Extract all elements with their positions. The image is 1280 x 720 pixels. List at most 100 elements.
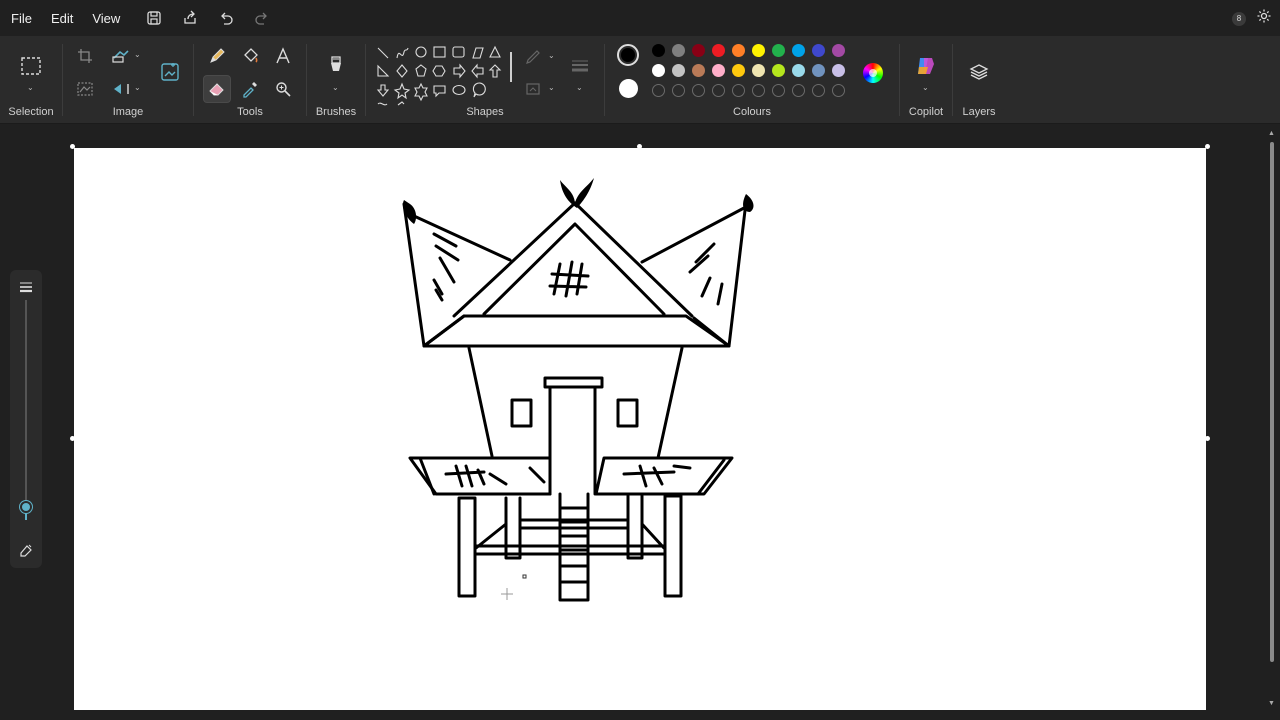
custom-colour-slot[interactable] — [832, 84, 845, 97]
scroll-down-icon[interactable]: ▼ — [1268, 700, 1275, 707]
colour-swatch[interactable] — [652, 44, 665, 57]
chevron-down-icon[interactable]: ⌄ — [27, 83, 34, 92]
secondary-colour-swatch[interactable] — [619, 79, 638, 98]
resize-handle[interactable] — [70, 144, 75, 149]
custom-colour-slot[interactable] — [732, 84, 745, 97]
colour-swatch[interactable] — [692, 44, 705, 57]
scrollbar-thumb[interactable] — [1270, 142, 1274, 662]
shapes-label: Shapes — [466, 106, 504, 118]
selection-group: ⌄ Selection — [0, 36, 62, 124]
fill-bucket-icon[interactable] — [236, 42, 264, 70]
edit-colours-icon[interactable] — [863, 63, 883, 83]
save-icon[interactable] — [144, 8, 164, 28]
resize-handle[interactable] — [70, 436, 75, 441]
menu-file[interactable]: File — [11, 11, 32, 26]
colour-swatch[interactable] — [652, 64, 665, 77]
colour-swatch[interactable] — [772, 64, 785, 77]
colour-swatch[interactable] — [692, 64, 705, 77]
redo-icon[interactable] — [252, 8, 272, 28]
chevron-down-icon[interactable]: ⌄ — [332, 83, 339, 92]
select-rectangle-icon[interactable] — [17, 52, 45, 80]
menu-edit[interactable]: Edit — [51, 11, 73, 26]
colours-label: Colours — [733, 106, 771, 118]
custom-colour-slot[interactable] — [792, 84, 805, 97]
resize-handle[interactable] — [637, 144, 642, 149]
share-icon[interactable] — [180, 8, 200, 28]
undo-icon[interactable] — [216, 8, 236, 28]
layers-icon[interactable] — [965, 58, 993, 86]
custom-colour-slot[interactable] — [672, 84, 685, 97]
account-icon[interactable]: 8 — [1232, 11, 1246, 26]
custom-colour-slot[interactable] — [772, 84, 785, 97]
brushes-label: Brushes — [315, 106, 357, 118]
vertical-scrollbar[interactable]: ▲ ▼ — [1268, 130, 1276, 710]
custom-colour-slot[interactable] — [652, 84, 665, 97]
colour-swatch[interactable] — [712, 44, 725, 57]
brushes-group: ⌄ Brushes — [307, 36, 365, 124]
brush-icon[interactable] — [322, 52, 350, 80]
colour-swatch[interactable] — [752, 44, 765, 57]
colour-swatch[interactable] — [792, 64, 805, 77]
colour-swatch[interactable] — [832, 64, 845, 77]
brush-size-thumb[interactable] — [20, 500, 32, 513]
tools-label: Tools — [237, 106, 263, 118]
colour-swatch[interactable] — [752, 64, 765, 77]
colour-swatch[interactable] — [672, 64, 685, 77]
colour-swatch[interactable] — [712, 64, 725, 77]
image-group: ⌄ ⌄ Image — [63, 36, 193, 124]
colour-swatch[interactable] — [732, 44, 745, 57]
house-drawing — [402, 178, 754, 602]
chevron-down-icon[interactable]: ⌄ — [576, 83, 583, 92]
chevron-down-icon[interactable]: ⌄ — [134, 83, 141, 92]
brush-size-icon — [19, 280, 33, 298]
brush-size-track[interactable] — [25, 300, 27, 520]
color-picker-icon[interactable] — [236, 75, 264, 103]
custom-colour-slot[interactable] — [692, 84, 705, 97]
shape-fill-icon[interactable] — [520, 75, 548, 103]
ribbon-toolbar: ⌄ Selection ⌄ ⌄ Image Tools ⌄ Brushes ⌄ … — [0, 36, 1280, 124]
text-icon[interactable] — [269, 42, 297, 70]
resize-handle[interactable] — [1205, 144, 1210, 149]
chevron-down-icon[interactable]: ⌄ — [134, 50, 141, 59]
layers-label: Layers — [962, 106, 996, 118]
colour-swatch[interactable] — [812, 64, 825, 77]
crop-icon[interactable] — [71, 42, 99, 70]
settings-icon[interactable] — [1256, 8, 1272, 29]
magnifier-icon[interactable] — [269, 75, 297, 103]
scroll-up-icon[interactable]: ▲ — [1268, 130, 1275, 137]
colour-swatch[interactable] — [832, 44, 845, 57]
primary-colour-swatch[interactable] — [617, 44, 639, 66]
remove-background-icon[interactable] — [71, 75, 99, 103]
shapes-group: ⌄ ⌄ ⌄ Shapes — [366, 36, 604, 124]
copilot-icon[interactable] — [912, 52, 940, 80]
colour-swatch[interactable] — [812, 44, 825, 57]
shapes-gallery[interactable] — [374, 44, 506, 108]
copilot-label: Copilot — [908, 106, 944, 118]
flip-icon[interactable] — [107, 75, 135, 103]
colour-swatch[interactable] — [792, 44, 805, 57]
drawing-canvas[interactable] — [74, 148, 1206, 710]
colour-swatch[interactable] — [772, 44, 785, 57]
menu-view[interactable]: View — [92, 11, 120, 26]
chevron-down-icon[interactable]: ⌄ — [548, 83, 555, 92]
layers-group: Layers — [953, 36, 1005, 124]
resize-icon[interactable] — [107, 42, 135, 70]
opacity-icon[interactable] — [18, 542, 34, 563]
colour-swatch[interactable] — [672, 44, 685, 57]
chevron-down-icon[interactable]: ⌄ — [548, 51, 555, 60]
image-creator-icon[interactable] — [156, 58, 184, 86]
pencil-icon[interactable] — [203, 42, 231, 70]
shape-outline-icon[interactable] — [520, 43, 548, 71]
custom-colour-slot[interactable] — [812, 84, 825, 97]
custom-colour-slot[interactable] — [752, 84, 765, 97]
image-label: Image — [112, 106, 144, 118]
eraser-icon[interactable] — [203, 75, 231, 103]
size-icon[interactable] — [566, 52, 594, 80]
colour-swatch[interactable] — [732, 64, 745, 77]
chevron-down-icon[interactable]: ⌄ — [922, 83, 929, 92]
resize-handle[interactable] — [1205, 436, 1210, 441]
custom-colour-slot[interactable] — [712, 84, 725, 97]
menu-bar: File Edit View 8 — [0, 0, 1280, 36]
selection-label: Selection — [8, 106, 54, 118]
shapes-scrollbar[interactable] — [510, 52, 512, 82]
